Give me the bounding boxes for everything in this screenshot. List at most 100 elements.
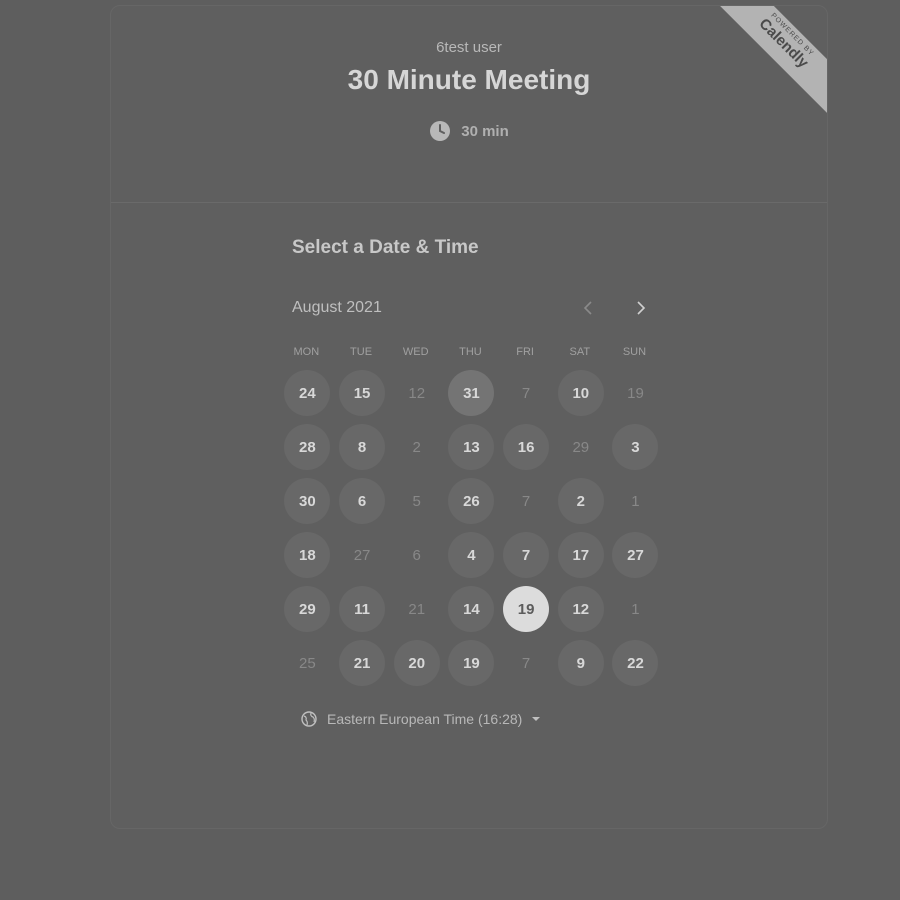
powered-by-ribbon[interactable]: POWERED BY Calendly [716, 6, 827, 117]
date-button[interactable]: 8 [339, 424, 386, 470]
calendar-cell: 31 [444, 366, 499, 420]
weekday-label: TUE [350, 346, 373, 358]
unavailable-date: 7 [521, 384, 531, 402]
calendar-cell: 29 [553, 420, 608, 474]
timezone-selector[interactable]: Eastern European Time (16:28) [301, 711, 541, 727]
calendar-cell: 1 [608, 474, 663, 528]
unavailable-date: 7 [521, 654, 531, 672]
calendar-cell: 4 [444, 528, 499, 582]
next-month-button[interactable] [629, 296, 653, 320]
clock-icon [430, 121, 451, 141]
chevron-left-icon [583, 301, 592, 315]
weekday-label: THU [459, 346, 482, 358]
month-label: August 2021 [292, 299, 382, 316]
date-button[interactable]: 15 [339, 370, 386, 416]
calendar-cell: 7 [499, 528, 554, 582]
calendar-cell: 12 [389, 366, 444, 420]
date-button[interactable]: 4 [448, 532, 495, 578]
selected-date-button[interactable]: 19 [503, 586, 550, 632]
date-button[interactable]: 26 [448, 478, 495, 524]
calendar-cell: 17 [553, 528, 608, 582]
unavailable-date: 6 [412, 546, 421, 564]
calendar-cell: 10 [553, 366, 608, 420]
calendar-cell: 28 [280, 420, 335, 474]
unavailable-date: 5 [412, 492, 421, 510]
date-button[interactable]: 13 [448, 424, 495, 470]
unavailable-date: 1 [631, 600, 640, 618]
calendar-cell: 1 [608, 582, 663, 636]
date-button[interactable]: 18 [284, 532, 331, 578]
unavailable-date: 1 [631, 492, 640, 510]
date-button[interactable]: 2 [557, 478, 604, 524]
date-button[interactable]: 3 [612, 424, 659, 470]
weekday-label: SAT [569, 346, 591, 358]
calendar-cell: 19 [608, 366, 663, 420]
unavailable-date: 2 [412, 438, 421, 456]
date-button[interactable]: 24 [284, 370, 331, 416]
calendar-cell: 11 [335, 582, 390, 636]
calendar-cell: 21 [335, 636, 390, 690]
globe-icon [301, 711, 317, 727]
date-button[interactable]: 28 [284, 424, 331, 470]
date-button[interactable]: 11 [339, 586, 386, 632]
calendar-cell: 6 [389, 528, 444, 582]
calendar-cell: 7 [499, 366, 554, 420]
date-button[interactable]: 31 [448, 370, 495, 416]
calendar-cell: 25 [280, 636, 335, 690]
calendar-cell: 7 [499, 636, 554, 690]
unavailable-date: 19 [627, 384, 644, 402]
calendar-cell: 7 [499, 474, 554, 528]
calendar-cell: 19 [444, 636, 499, 690]
calendar-cell: 22 [608, 636, 663, 690]
chevron-right-icon [637, 301, 646, 315]
date-button[interactable]: 20 [393, 640, 440, 686]
calendar-cell: 24 [280, 366, 335, 420]
calendar-cell: 14 [444, 582, 499, 636]
calendar-cell: 3 [608, 420, 663, 474]
section-title: Select a Date & Time [292, 237, 479, 258]
unavailable-date: 29 [572, 438, 590, 456]
calendar-cell: 27 [335, 528, 390, 582]
caret-down-icon [532, 717, 541, 721]
date-button[interactable]: 30 [284, 478, 331, 524]
weekday-label: SUN [622, 346, 647, 358]
date-button[interactable]: 29 [284, 586, 331, 632]
calendar-cell: 20 [389, 636, 444, 690]
calendar-cell: 26 [444, 474, 499, 528]
calendar-cell: 18 [280, 528, 335, 582]
unavailable-date: 27 [353, 546, 371, 564]
calendar-cell: 29 [280, 582, 335, 636]
calendar-cell: 27 [608, 528, 663, 582]
event-duration: 30 min [111, 120, 827, 142]
calendar-cell: 12 [553, 582, 608, 636]
date-button[interactable]: 22 [612, 640, 659, 686]
date-button[interactable]: 19 [448, 640, 495, 686]
date-button[interactable]: 21 [339, 640, 386, 686]
date-button[interactable]: 9 [557, 640, 604, 686]
calendar-cell: 30 [280, 474, 335, 528]
weekday-label: MON [293, 346, 320, 358]
calendar-cell: 9 [553, 636, 608, 690]
calendar-cell: 21 [389, 582, 444, 636]
date-button[interactable]: 7 [503, 532, 550, 578]
calendar-cell: 8 [335, 420, 390, 474]
calendar-cell: 6 [335, 474, 390, 528]
date-button[interactable]: 14 [448, 586, 495, 632]
date-button[interactable]: 17 [557, 532, 604, 578]
date-button[interactable]: 16 [503, 424, 550, 470]
weekday-header: MON TUE WED THU FRI SAT SUN [279, 346, 663, 358]
calendar-cell: 15 [335, 366, 390, 420]
weekday-label: WED [402, 346, 429, 358]
date-button[interactable]: 10 [557, 370, 604, 416]
date-button[interactable]: 12 [557, 586, 604, 632]
unavailable-date: 21 [408, 600, 426, 618]
prev-month-button[interactable] [576, 296, 600, 320]
calendar-cell: 2 [553, 474, 608, 528]
date-button[interactable]: 27 [612, 532, 659, 578]
unavailable-date: 7 [521, 492, 531, 510]
calendar-cell: 16 [499, 420, 554, 474]
unavailable-date: 12 [408, 384, 426, 402]
duration-label: 30 min [461, 122, 509, 140]
calendar-grid: 24 15 12 31 7 10 19 28 8 2 13 16 29 3 30 6 5 26 7 2 1 18 27 6 4 7… [280, 366, 663, 690]
date-button[interactable]: 6 [339, 478, 386, 524]
